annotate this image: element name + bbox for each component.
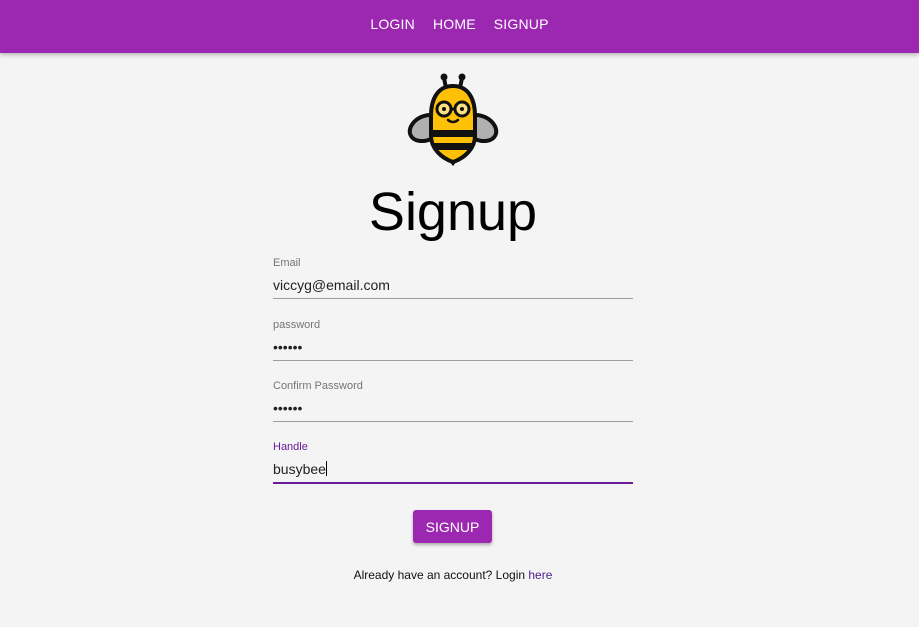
- nav-menu: LOGIN HOME SIGNUP: [361, 14, 557, 34]
- page-title: Signup: [368, 182, 538, 242]
- bee-with-glasses-icon: [407, 73, 499, 166]
- password-underline: [273, 360, 633, 361]
- handle-field: Handle busybee: [273, 440, 633, 484]
- signup-button[interactable]: SIGNUP: [413, 510, 492, 543]
- login-prompt-text: Already have an account? Login: [353, 568, 529, 582]
- confirm-password-field: Confirm Password: [273, 379, 633, 422]
- email-input[interactable]: [273, 276, 633, 295]
- text-caret: [325, 461, 327, 476]
- password-field: password: [273, 318, 633, 361]
- app-bar: LOGIN HOME SIGNUP: [0, 0, 919, 53]
- handle-value: busybee: [273, 461, 326, 477]
- email-label: Email: [273, 257, 301, 269]
- email-underline: [273, 298, 633, 299]
- confirm-password-input[interactable]: [273, 399, 633, 418]
- confirm-password-underline: [273, 421, 633, 422]
- login-prompt: Already have an account? Login here: [0, 568, 906, 582]
- password-label: password: [273, 319, 321, 331]
- nav-home-link[interactable]: HOME: [424, 14, 485, 34]
- email-field: Email: [273, 256, 633, 299]
- handle-underline: [273, 482, 633, 484]
- handle-input[interactable]: busybee: [273, 460, 633, 479]
- handle-label: Handle: [273, 441, 308, 453]
- nav-login-link[interactable]: LOGIN: [361, 14, 424, 34]
- nav-signup-link[interactable]: SIGNUP: [485, 14, 558, 34]
- confirm-password-label: Confirm Password: [273, 380, 363, 392]
- login-here-link[interactable]: here: [528, 568, 552, 582]
- password-input[interactable]: [273, 338, 633, 357]
